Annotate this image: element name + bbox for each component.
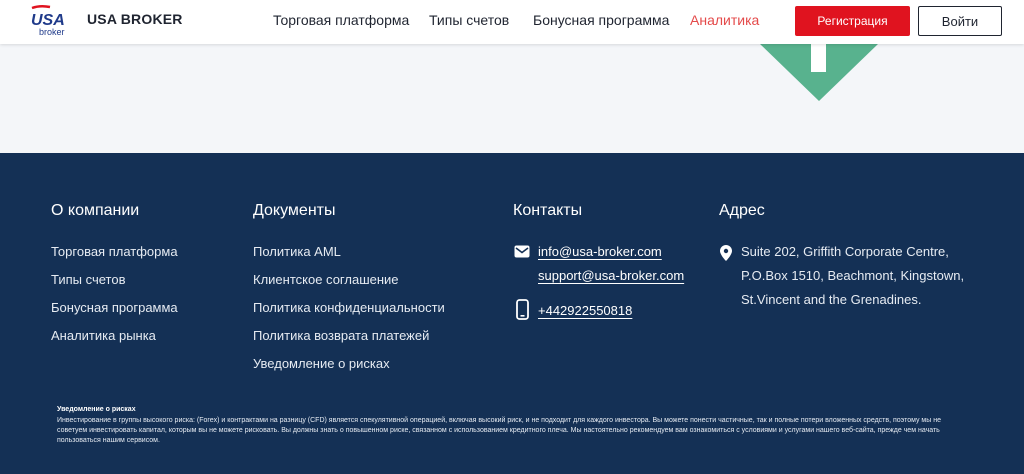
envelope-icon: [514, 245, 530, 258]
login-button[interactable]: Войти: [918, 6, 1002, 36]
register-button[interactable]: Регистрация: [795, 6, 910, 36]
address-line-1: Suite 202, Griffith Corporate Centre,: [741, 244, 949, 259]
phone-icon: [516, 299, 529, 320]
footer-link-refund-policy[interactable]: Политика возврата платежей: [253, 328, 429, 343]
nav-analytics[interactable]: Аналитика: [690, 12, 759, 28]
footer-link-aml-policy[interactable]: Политика AML: [253, 244, 341, 259]
nav-account-types[interactable]: Типы счетов: [429, 12, 509, 28]
footer-link-privacy-policy[interactable]: Политика конфиденциальности: [253, 300, 445, 315]
footer-link-bonus-program[interactable]: Бонусная программа: [51, 300, 178, 315]
site-header: USA broker USA BROKER Торговая платформа…: [0, 0, 1024, 44]
contacts-heading: Контакты: [513, 202, 583, 219]
documents-heading: Документы: [253, 202, 336, 219]
footer-link-trading-platform[interactable]: Торговая платформа: [51, 244, 178, 259]
email-support-link[interactable]: support@usa-broker.com: [538, 268, 684, 283]
phone-link[interactable]: +442922550818: [538, 303, 632, 318]
footer-link-account-types[interactable]: Типы счетов: [51, 272, 126, 287]
map-pin-icon: [720, 245, 732, 261]
arrow-down-icon: [760, 44, 878, 101]
risk-notice-title: Уведомление о рисках: [57, 406, 136, 413]
site-footer: О компании Торговая платформа Типы счето…: [0, 153, 1024, 474]
footer-link-market-analytics[interactable]: Аналитика рынка: [51, 328, 156, 343]
logo-sub-text: broker: [39, 27, 65, 37]
usa-broker-logo[interactable]: USA broker: [30, 4, 76, 38]
nav-bonus-program[interactable]: Бонусная программа: [533, 12, 669, 28]
address-heading: Адрес: [719, 202, 765, 219]
email-info-link[interactable]: info@usa-broker.com: [538, 244, 662, 259]
footer-link-risk-notice[interactable]: Уведомление о рисках: [253, 356, 390, 371]
hero-section: [0, 44, 1024, 153]
nav-trading-platform[interactable]: Торговая платформа: [273, 12, 409, 28]
address-line-2: P.O.Box 1510, Beachmont, Kingstown,: [741, 268, 965, 283]
address-line-3: St.Vincent and the Grenadines.: [741, 292, 922, 307]
brand-name[interactable]: USA BROKER: [87, 11, 183, 27]
company-heading: О компании: [51, 202, 140, 219]
risk-notice-text: Инвестирование в группы высокого риска: …: [57, 417, 941, 444]
footer-link-client-agreement[interactable]: Клиентское соглашение: [253, 272, 399, 287]
